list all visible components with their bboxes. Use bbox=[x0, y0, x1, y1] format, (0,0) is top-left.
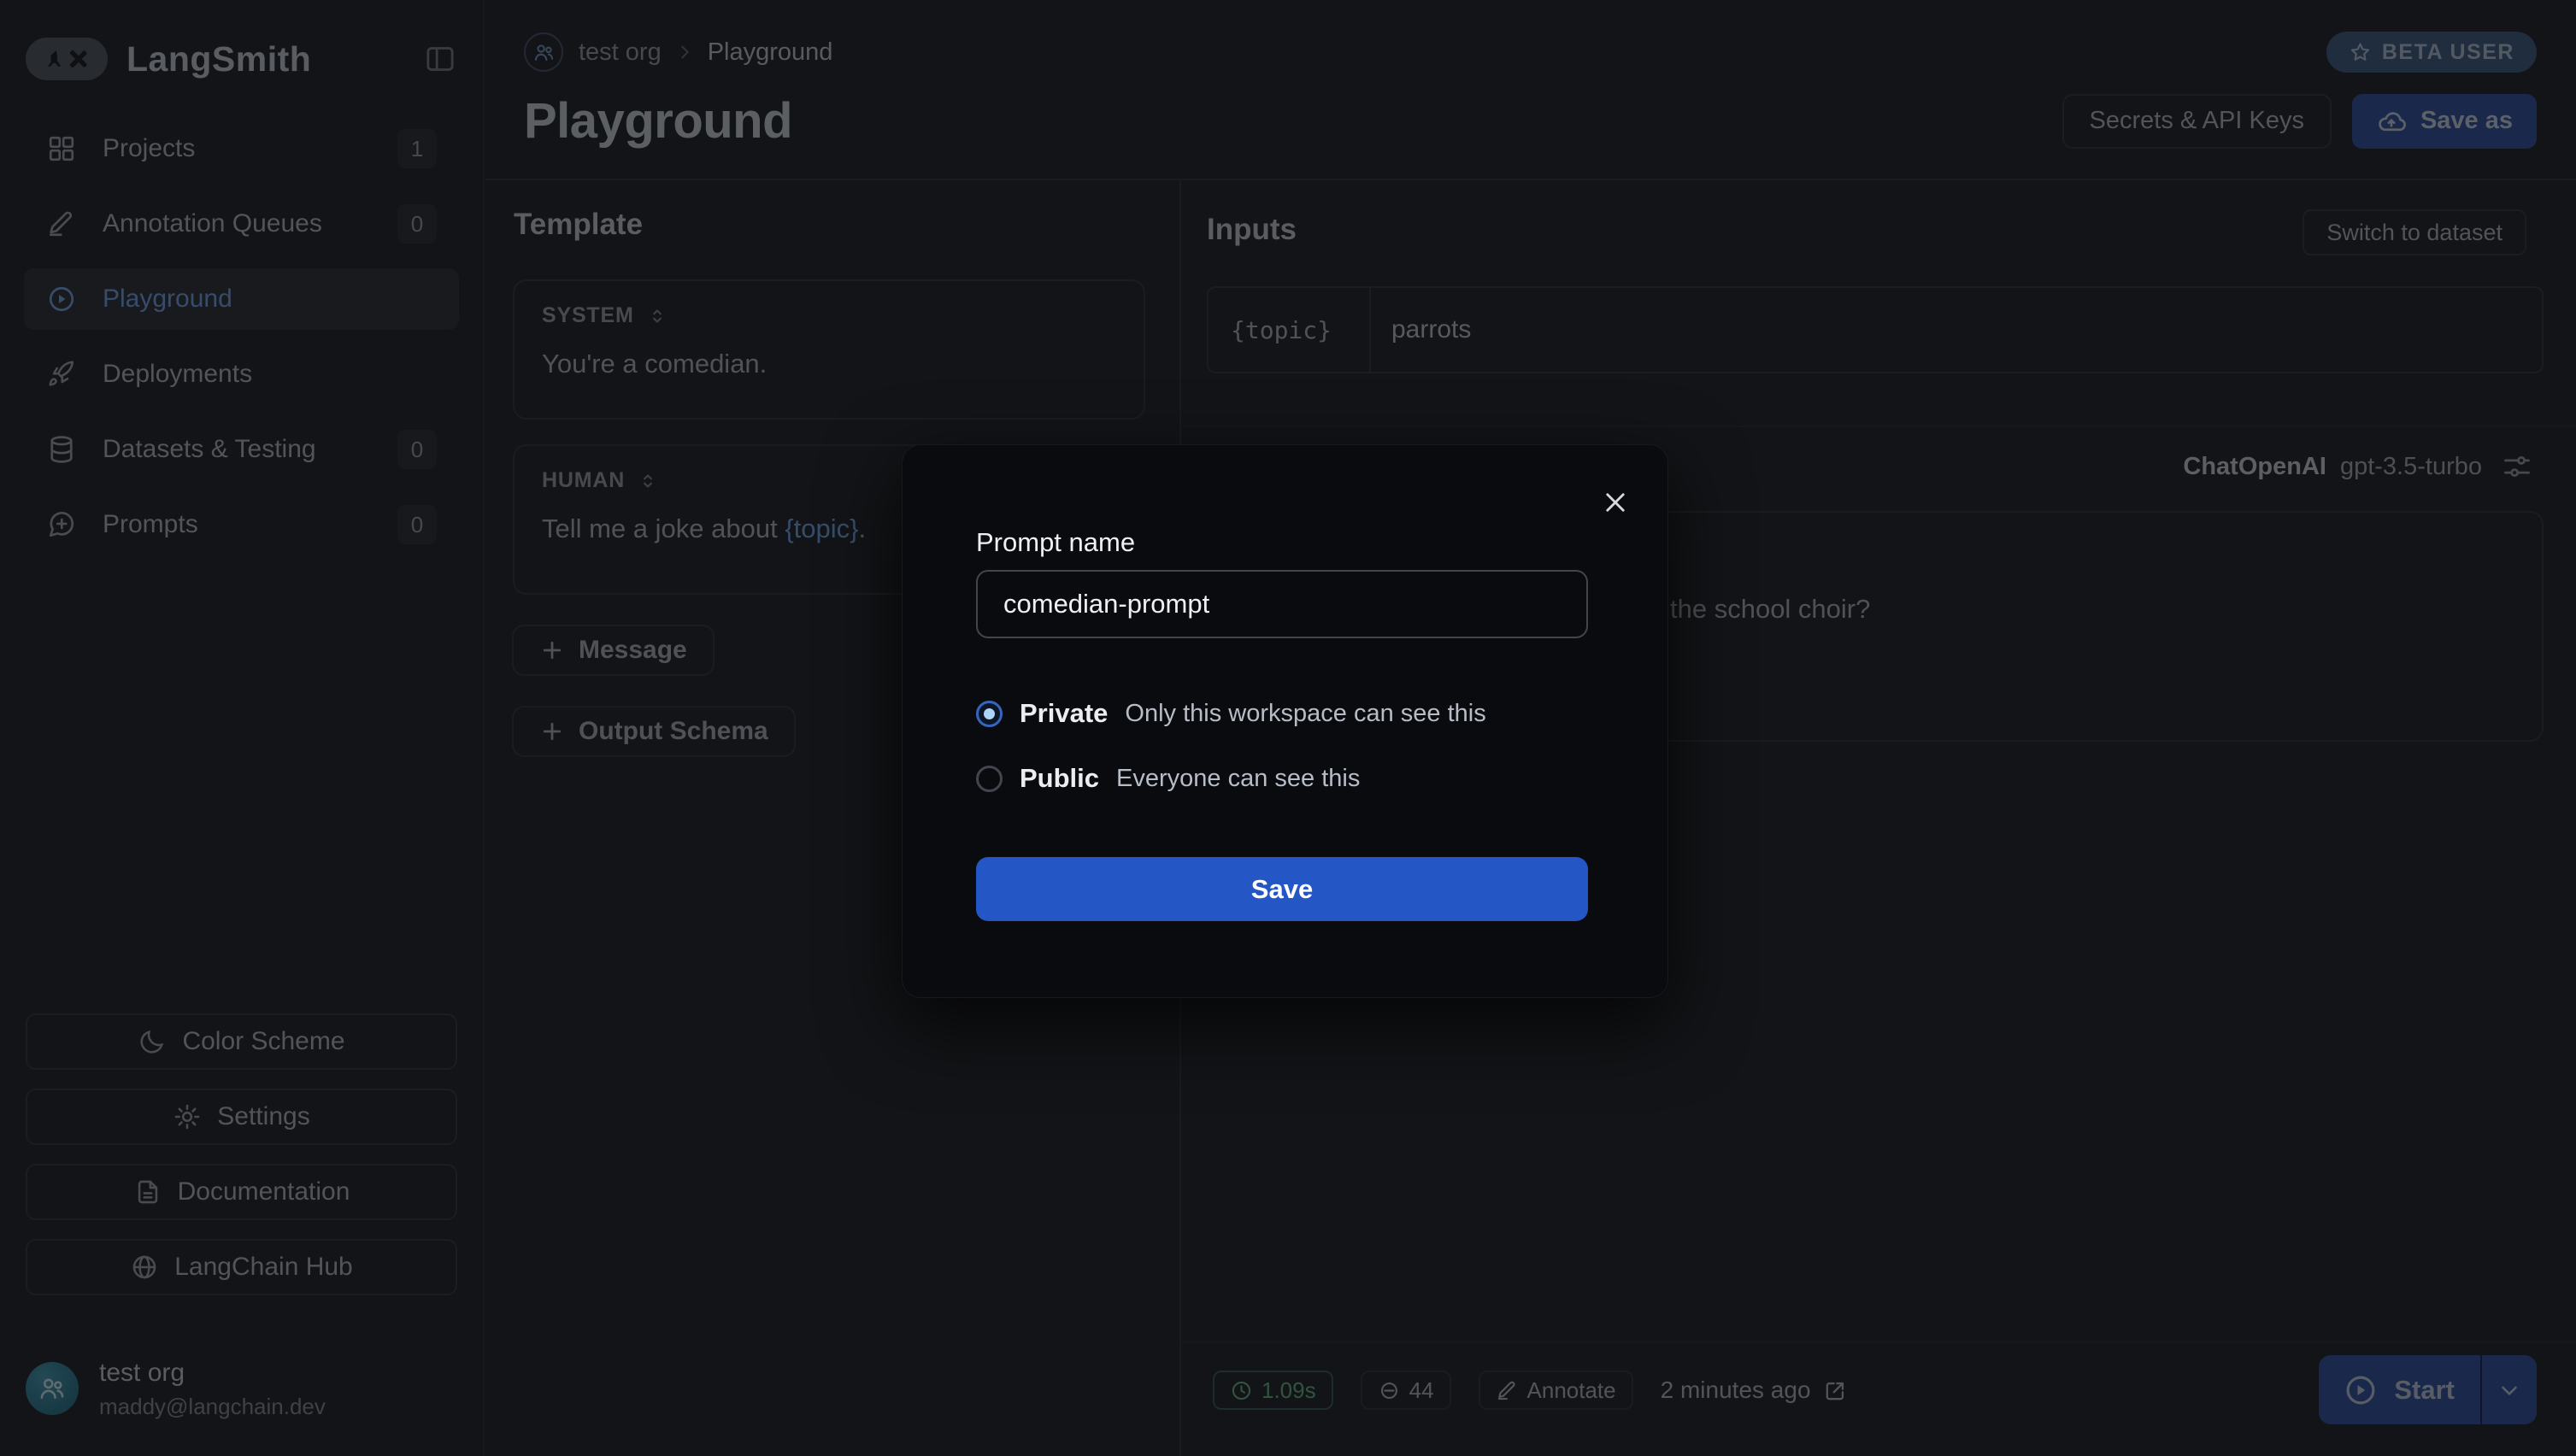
langsmith-app: LangSmith Projects 1 Annotation Queues 0… bbox=[0, 0, 2576, 1456]
public-option[interactable]: Public Everyone can see this bbox=[976, 761, 1360, 796]
private-option[interactable]: Private Only this workspace can see this bbox=[976, 696, 1486, 731]
private-description: Only this workspace can see this bbox=[1125, 700, 1485, 728]
save-prompt-dialog: Prompt name Private Only this workspace … bbox=[902, 444, 1668, 998]
close-icon[interactable] bbox=[1601, 488, 1630, 517]
save-button[interactable]: Save bbox=[976, 857, 1588, 921]
prompt-name-input[interactable] bbox=[976, 570, 1588, 638]
public-description: Everyone can see this bbox=[1116, 765, 1360, 793]
save-label: Save bbox=[1251, 874, 1313, 905]
private-label[interactable]: Private bbox=[1020, 698, 1108, 729]
public-radio[interactable] bbox=[976, 766, 1003, 792]
private-radio[interactable] bbox=[976, 701, 1003, 727]
public-label[interactable]: Public bbox=[1020, 763, 1099, 794]
prompt-name-label: Prompt name bbox=[976, 527, 1135, 558]
